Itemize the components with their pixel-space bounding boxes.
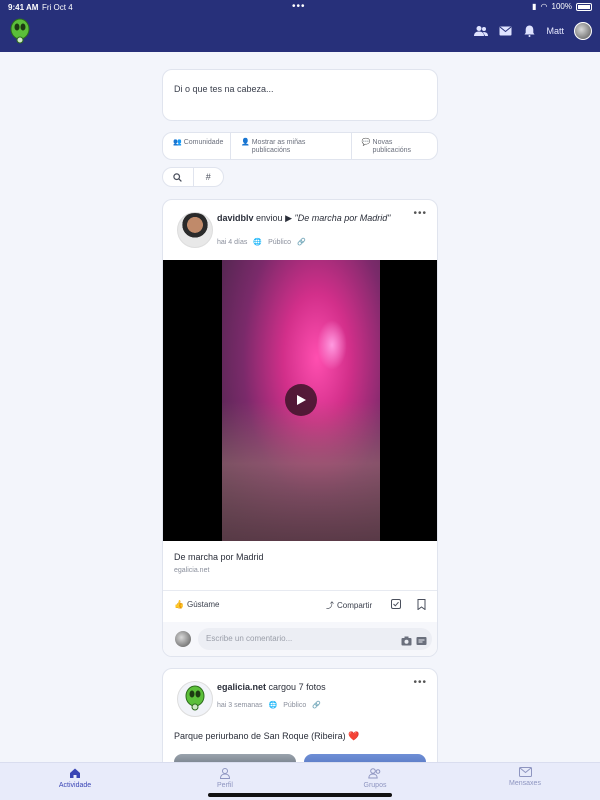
user-icon	[219, 768, 231, 779]
filter-my-posts[interactable]: 👤 Mostrar as miñas publicacións	[231, 133, 352, 159]
author-name[interactable]: davidblv	[217, 213, 254, 223]
tab-profile[interactable]: Perfil	[195, 767, 255, 789]
crowd-layer	[222, 401, 380, 541]
post-time[interactable]: hai 3 semanas	[217, 702, 263, 709]
mail-icon[interactable]	[498, 24, 512, 38]
link-icon[interactable]: 🔗	[312, 701, 321, 709]
bell-icon[interactable]	[522, 24, 536, 38]
tab-groups[interactable]: Grupos	[345, 767, 405, 789]
search-pill: #	[162, 167, 224, 187]
tab-activity-label: Actividade	[58, 782, 92, 789]
filter-community[interactable]: 👥 Comunidade	[163, 133, 231, 159]
compose-placeholder[interactable]: Di o que tes na cabeza...	[174, 84, 274, 94]
bookmark-icon[interactable]	[417, 599, 426, 612]
post-caption: Parque periurbano de San Roque (Ribeira)…	[174, 731, 360, 741]
post-title: egalicia.net cargou 7 fotos	[217, 682, 417, 693]
post-verb: enviou	[256, 213, 283, 223]
chat-bubble-icon: 💬	[361, 139, 371, 146]
post-meta: hai 4 días 🌐 Público 🔗	[217, 238, 306, 247]
signal-icon: ▮	[532, 2, 537, 11]
status-time: 9:41 AM	[8, 3, 39, 12]
like-label: Gústame	[186, 600, 220, 609]
more-options-icon[interactable]: •••	[413, 208, 427, 219]
tab-messages-label: Mensaxes	[509, 780, 541, 787]
gif-icon[interactable]	[416, 633, 427, 651]
battery-icon	[576, 2, 592, 11]
play-icon	[297, 395, 306, 405]
author-avatar[interactable]	[177, 681, 213, 717]
app-header: 9:41 AM Fri Oct 4 ••• ▮ ◠ 100% Matt	[0, 0, 600, 52]
status-right: ▮ ◠ 100%	[532, 2, 592, 11]
hashtag-button[interactable]: #	[194, 168, 224, 186]
more-options-icon[interactable]: •••	[413, 677, 427, 688]
thumbs-up-icon: 👍	[174, 600, 184, 609]
status-date: Fri Oct 4	[42, 3, 73, 12]
post-verb: cargou 7 fotos	[268, 682, 326, 692]
link-icon[interactable]: 🔗	[297, 238, 306, 246]
author-name[interactable]: egalicia.net	[217, 682, 266, 692]
mail-icon	[518, 767, 532, 777]
filter-new-posts[interactable]: 💬 Novas publicacións	[352, 133, 437, 159]
feed-filters: 👥 Comunidade 👤 Mostrar as miñas publicac…	[162, 132, 438, 160]
tab-activity[interactable]: Actividade	[45, 767, 105, 789]
divider	[163, 590, 437, 591]
post-time[interactable]: hai 4 días	[217, 239, 247, 246]
search-button[interactable]	[163, 168, 194, 186]
post-actions: 👍 Gústame ⤴ Compartir	[163, 595, 437, 619]
comment-bar: Escribe un comentario...	[163, 622, 437, 656]
header-actions: Matt	[474, 22, 592, 40]
status-bar: 9:41 AM Fri Oct 4 ••• ▮ ◠ 100%	[0, 0, 600, 14]
comment-input[interactable]: Escribe un comentario...	[198, 628, 432, 650]
add-user-icon: 👤	[241, 139, 250, 146]
play-button[interactable]	[285, 384, 317, 416]
share-label: Compartir	[337, 601, 373, 610]
post-title: davidblv enviou ▶ "De marcha por Madrid"	[217, 213, 417, 224]
filter-community-label: Comunidade	[183, 139, 224, 146]
battery-percent: 100%	[551, 2, 572, 11]
checkbox-icon[interactable]	[391, 599, 401, 611]
filter-new-posts-label: Novas publicacións	[372, 139, 412, 154]
user-name[interactable]: Matt	[546, 26, 564, 36]
like-button[interactable]: 👍 Gústame	[174, 600, 219, 609]
logo-icon	[185, 685, 205, 711]
globe-icon: 🌐	[253, 239, 263, 246]
user-avatar[interactable]	[574, 22, 592, 40]
group-icon	[368, 768, 381, 779]
compose-box[interactable]: Di o que tes na cabeza...	[162, 69, 438, 121]
post-source[interactable]: egalicia.net	[174, 567, 209, 574]
home-icon	[70, 768, 80, 778]
comment-placeholder[interactable]: Escribe un comentario...	[206, 634, 292, 643]
share-button[interactable]: ⤴ Compartir	[326, 600, 372, 611]
post-card: davidblv enviou ▶ "De marcha por Madrid"…	[162, 199, 438, 657]
globe-icon: 🌐	[268, 702, 278, 709]
search-icon	[173, 172, 183, 182]
tab-groups-label: Grupos	[363, 782, 387, 789]
community-icon: 👥	[173, 139, 182, 146]
post-subject[interactable]: "De marcha por Madrid"	[295, 213, 391, 223]
author-avatar[interactable]	[177, 212, 213, 248]
post-meta: hai 3 semanas 🌐 Público 🔗	[217, 701, 321, 710]
people-icon[interactable]	[474, 24, 489, 38]
stage-light	[317, 320, 347, 370]
share-icon: ⤴	[326, 601, 334, 610]
tab-messages[interactable]: Mensaxes	[495, 767, 555, 787]
youtube-icon: ▶	[285, 213, 292, 223]
wifi-icon: ◠	[540, 2, 548, 11]
logo-icon[interactable]	[10, 18, 30, 46]
camera-icon[interactable]	[401, 633, 412, 651]
post-visibility: Público	[268, 238, 292, 246]
video-player[interactable]	[163, 260, 437, 541]
post-visibility: Público	[283, 701, 307, 709]
filter-my-posts-label: Mostrar as miñas publicacións	[251, 139, 306, 154]
post-caption: De marcha por Madrid	[174, 552, 264, 562]
comment-avatar	[175, 631, 191, 647]
home-indicator[interactable]	[208, 793, 392, 797]
tab-profile-label: Perfil	[217, 782, 233, 789]
multitask-dots-icon[interactable]: •••	[292, 1, 306, 12]
